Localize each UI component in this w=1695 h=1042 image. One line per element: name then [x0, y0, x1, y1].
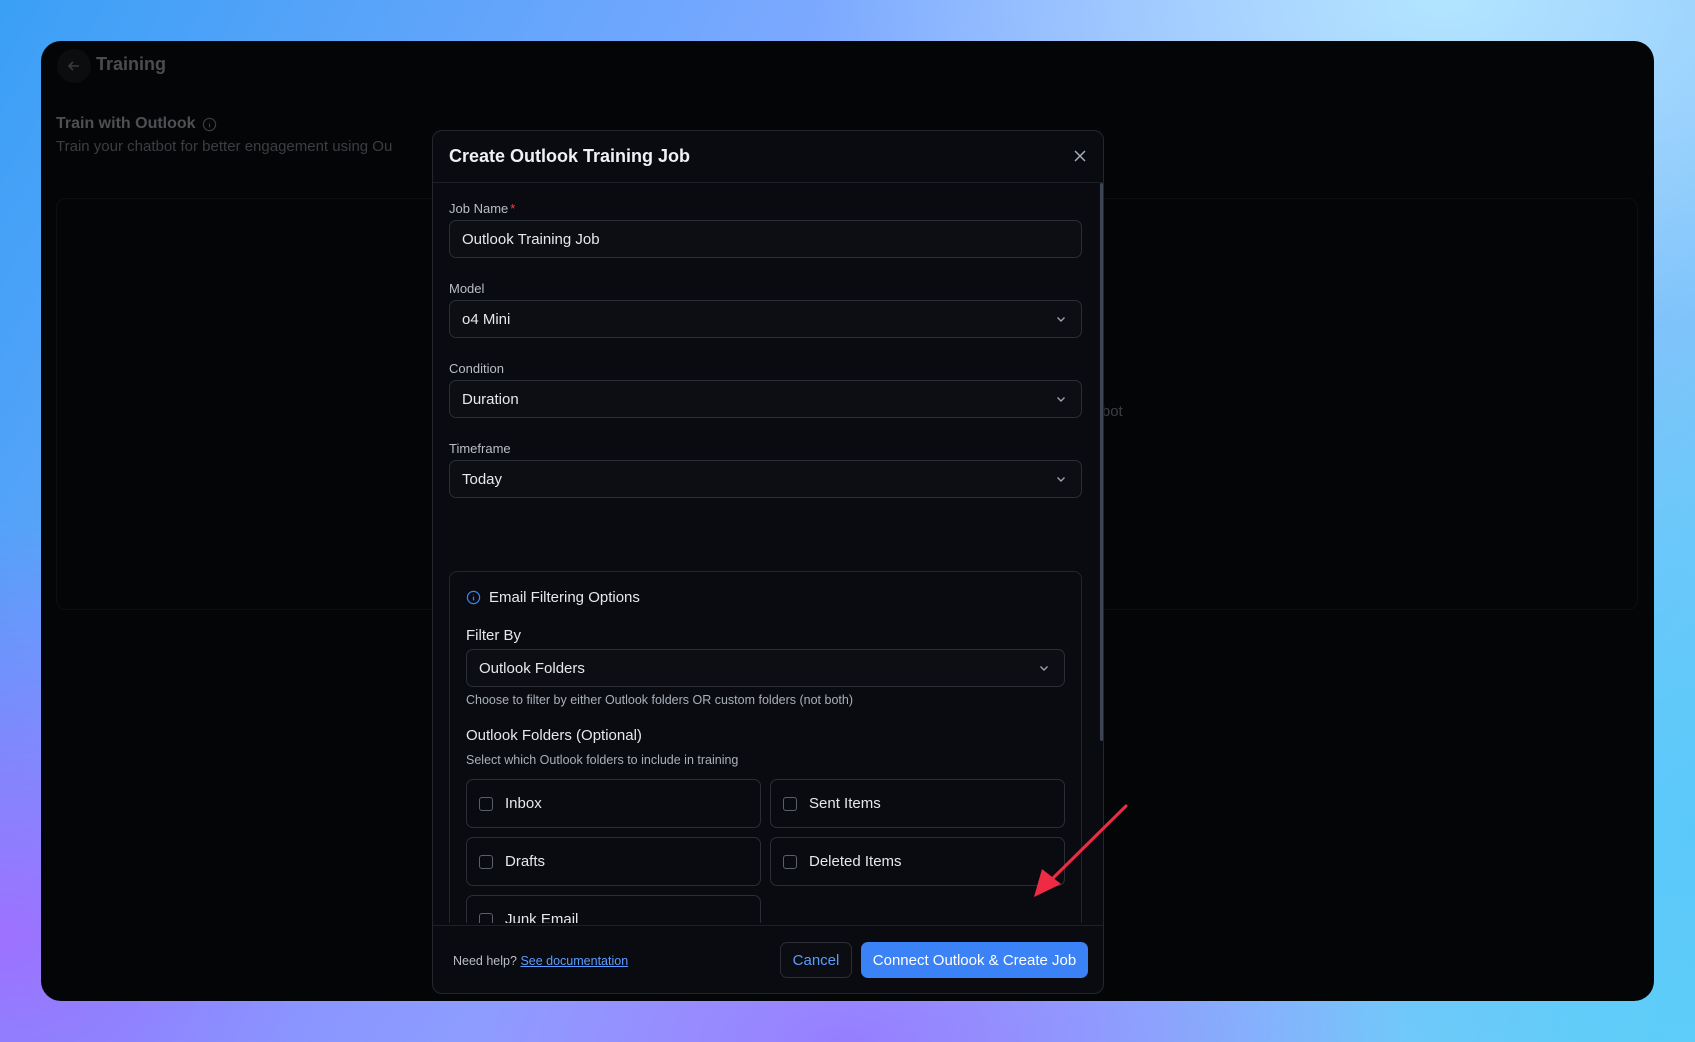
email-filtering-panel: Email Filtering Options Filter By Outloo…	[449, 571, 1082, 923]
job-name-label-text: Job Name	[449, 201, 509, 216]
section-title: Train with Outlook	[56, 115, 217, 133]
checkbox[interactable]	[783, 854, 797, 869]
folder-option-label: Junk Email	[505, 911, 579, 923]
model-label: Model	[449, 281, 485, 296]
job-name-label: Job Name *	[449, 201, 515, 216]
help-prefix: Need help?	[453, 954, 517, 968]
filter-by-select[interactable]: Outlook Folders	[466, 649, 1065, 687]
chevron-down-icon	[1055, 472, 1069, 486]
email-filtering-heading-text: Email Filtering Options	[489, 589, 640, 606]
model-value: o4 Mini	[462, 310, 511, 328]
folder-option-label: Deleted Items	[809, 853, 902, 870]
help-text: Need help? See documentation	[453, 954, 628, 968]
filter-by-label: Filter By	[466, 627, 522, 644]
section-title-text: Train with Outlook	[56, 115, 196, 132]
documentation-link[interactable]: See documentation	[520, 954, 628, 968]
folder-option-drafts[interactable]: Drafts	[466, 837, 761, 886]
condition-value: Duration	[462, 390, 519, 408]
outlook-folders-label: Outlook Folders (Optional)	[466, 727, 642, 744]
app-window: Training Train with Outlook Train your c…	[41, 41, 1654, 1001]
dialog-footer: Need help? See documentation Cancel Conn…	[433, 925, 1103, 993]
model-select[interactable]: o4 Mini	[449, 300, 1082, 338]
folder-option-inbox[interactable]: Inbox	[466, 779, 761, 828]
arrow-left-icon	[67, 61, 79, 71]
dialog-scrollbar[interactable]	[1100, 183, 1103, 741]
chevron-down-icon	[1038, 661, 1052, 675]
chevron-down-icon	[1055, 312, 1069, 326]
folder-option-label: Inbox	[505, 795, 542, 812]
timeframe-label: Timeframe	[449, 441, 511, 456]
folder-option-label: Drafts	[505, 853, 546, 870]
cancel-button[interactable]: Cancel	[780, 942, 852, 978]
checkbox[interactable]	[479, 796, 493, 811]
back-button[interactable]	[57, 49, 91, 83]
checkbox[interactable]	[783, 796, 797, 811]
folder-option-junk-email[interactable]: Junk Email	[466, 895, 761, 923]
folder-option-deleted-items[interactable]: Deleted Items	[770, 837, 1065, 886]
info-icon	[202, 117, 216, 131]
dialog-header: Create Outlook Training Job	[433, 131, 1103, 183]
email-filtering-heading: Email Filtering Options	[466, 589, 640, 606]
create-job-dialog: Create Outlook Training Job Job Name * Ou…	[432, 130, 1104, 994]
condition-label: Condition	[449, 361, 504, 376]
checkbox[interactable]	[479, 854, 493, 869]
folder-option-sent-items[interactable]: Sent Items	[770, 779, 1065, 828]
outlook-folders-hint: Select which Outlook folders to include …	[466, 753, 739, 767]
folder-option-label: Sent Items	[809, 795, 881, 812]
info-icon	[466, 590, 481, 605]
timeframe-value: Today	[462, 470, 503, 488]
chevron-down-icon	[1055, 392, 1069, 406]
required-marker: *	[510, 201, 516, 216]
condition-select[interactable]: Duration	[449, 380, 1082, 418]
section-subtitle: Train your chatbot for better engagement…	[56, 138, 393, 155]
job-name-input[interactable]: Outlook Training Job	[449, 220, 1082, 258]
dialog-title: Create Outlook Training Job	[449, 146, 691, 166]
page-title: Training	[96, 54, 167, 74]
job-name-value: Outlook Training Job	[462, 230, 600, 248]
connect-outlook-create-job-button[interactable]: Connect Outlook & Create Job	[861, 942, 1088, 978]
close-icon	[1074, 150, 1086, 162]
close-button[interactable]	[1070, 146, 1090, 166]
filter-by-hint: Choose to filter by either Outlook folde…	[466, 693, 853, 707]
timeframe-select[interactable]: Today	[449, 460, 1082, 498]
dialog-body: Job Name * Outlook Training Job Model o4 …	[433, 183, 1103, 923]
filter-by-value: Outlook Folders	[479, 659, 585, 677]
checkbox[interactable]	[479, 912, 493, 923]
